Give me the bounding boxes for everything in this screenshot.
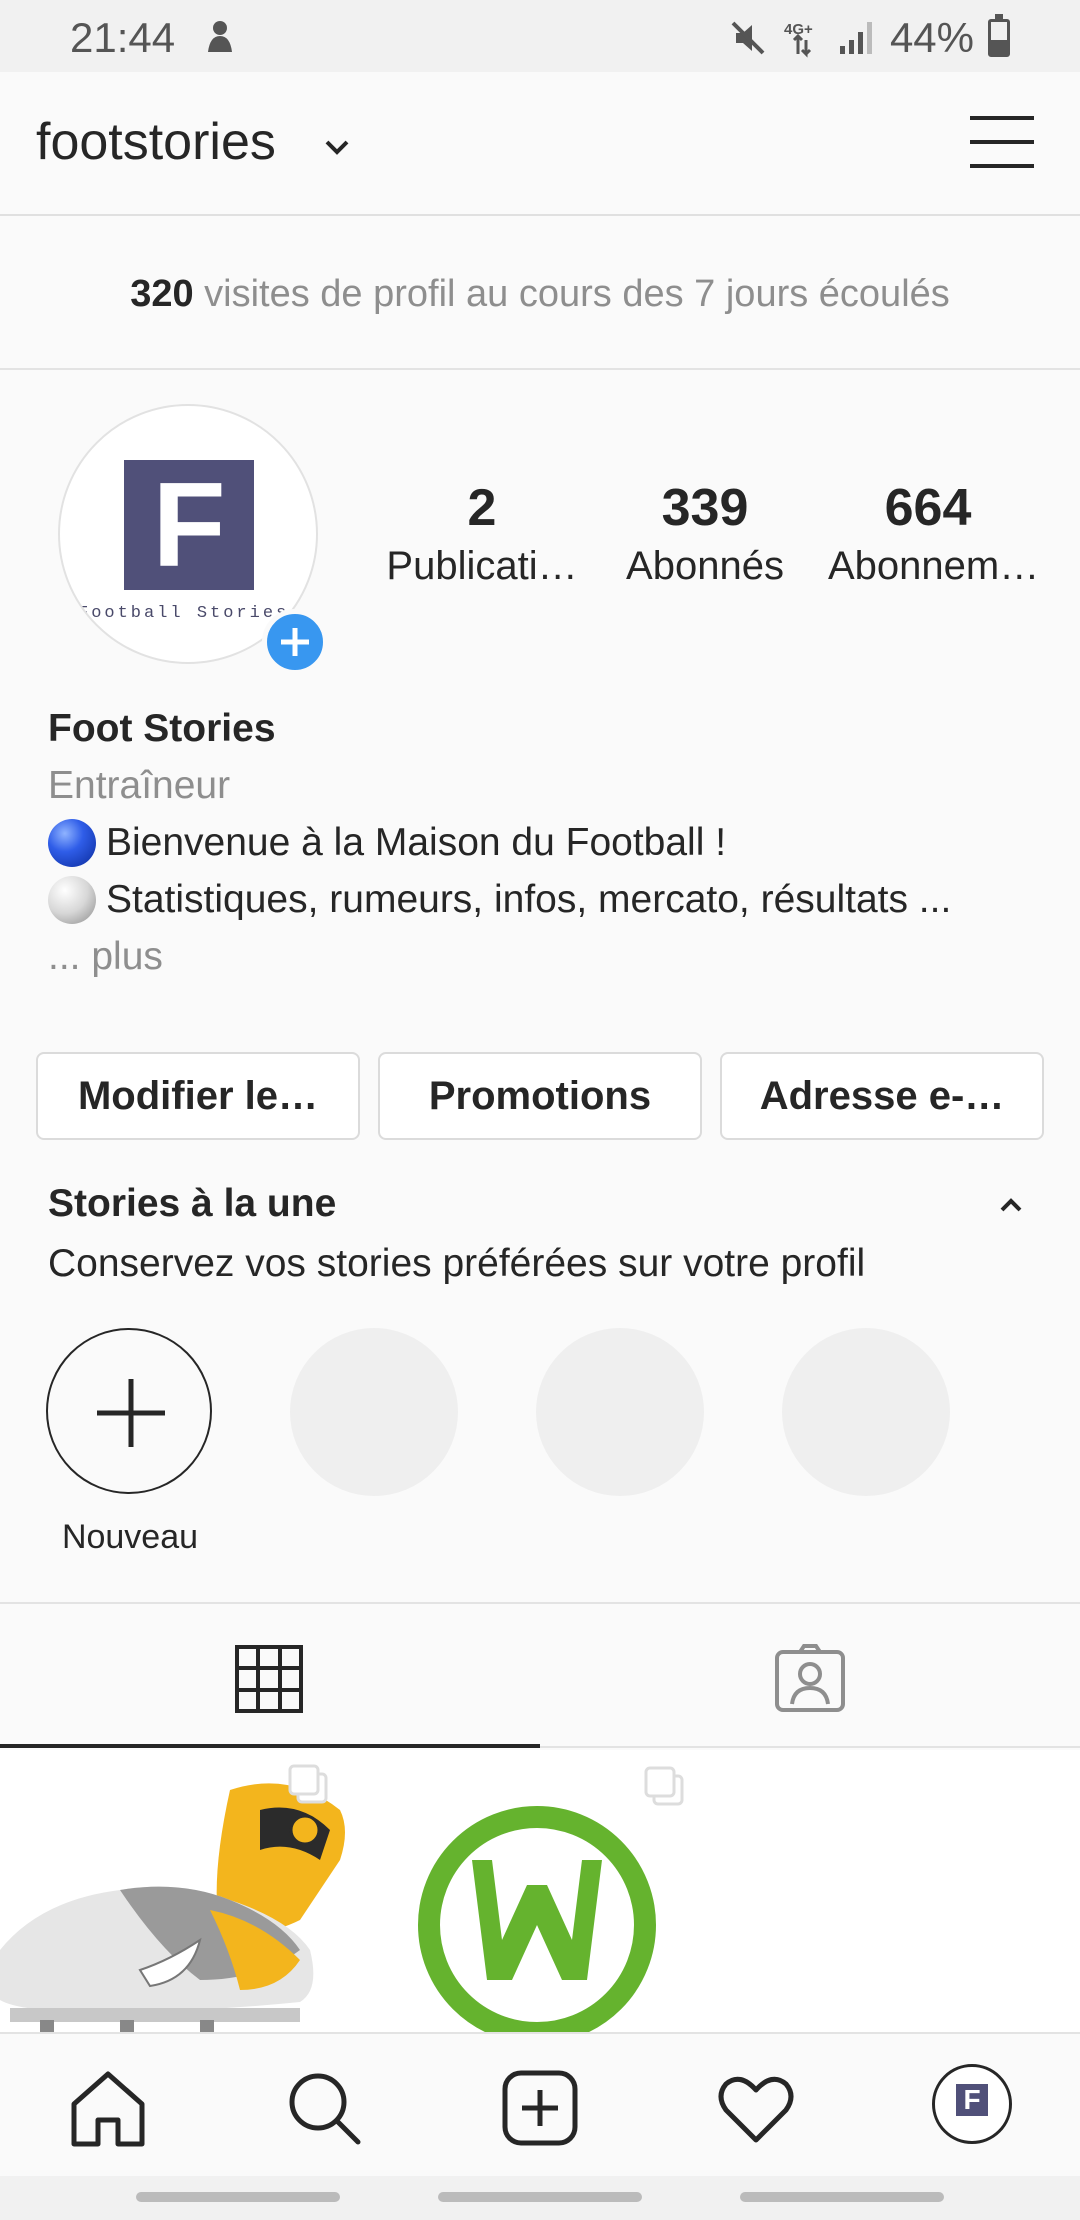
highlight-placeholder: [290, 1328, 458, 1496]
profile-icon[interactable]: F: [932, 2064, 1012, 2144]
add-post-icon[interactable]: [500, 2068, 580, 2148]
grid-icon: [235, 1645, 303, 1713]
stat-followers-label: Abonnés: [626, 544, 784, 588]
gesture-handle[interactable]: [740, 2192, 944, 2202]
carousel-icon: [644, 1766, 684, 1806]
profile-bio: Foot Stories Entraîneur Bienvenue à la M…: [48, 700, 1048, 985]
edit-profile-button[interactable]: Modifier le…: [36, 1052, 360, 1140]
notification-icon: [208, 21, 232, 52]
stat-following[interactable]: 664 Abonnem…: [828, 478, 1040, 589]
new-highlight-label: Nouveau: [61, 1518, 199, 1556]
tab-grid[interactable]: [0, 1604, 540, 1748]
gesture-bar: [0, 2176, 1080, 2220]
chevron-down-icon[interactable]: [322, 132, 352, 162]
highlights-title: Stories à la une: [48, 1182, 337, 1225]
chevron-up-icon[interactable]: [994, 1188, 1028, 1222]
plus-icon: [97, 1379, 165, 1447]
bio-line-text: Statistiques, rumeurs, infos, mercato, r…: [106, 878, 952, 921]
signal-icon: [839, 22, 872, 54]
home-icon[interactable]: [68, 2068, 148, 2148]
heart-icon[interactable]: [716, 2068, 796, 2148]
posts-grid: [0, 1750, 1080, 2032]
post-thumbnail[interactable]: [0, 1750, 356, 2032]
avatar-logo-letter: F: [152, 458, 226, 592]
battery-icon: [988, 14, 1010, 57]
promotions-button[interactable]: Promotions: [378, 1052, 702, 1140]
battery-percent: 44%: [889, 14, 974, 61]
visits-text: visites de profil au cours des 7 jours é…: [193, 273, 950, 315]
network-icon: 4G+: [784, 21, 813, 58]
white-circle-icon: [48, 875, 96, 924]
bio-line-text: Bienvenue à la Maison du Football !: [106, 821, 727, 864]
username-switcher[interactable]: footstories: [36, 112, 276, 172]
profile-name: Foot Stories: [48, 707, 276, 750]
carousel-icon: [288, 1764, 328, 1804]
profile-tabs: [0, 1602, 1080, 1748]
bio-line: Bienvenue à la Maison du Football !: [48, 814, 1048, 871]
status-time: 21:44: [70, 14, 176, 61]
add-story-button[interactable]: [262, 609, 328, 675]
highlight-placeholder: [536, 1328, 704, 1496]
post-thumbnail-empty: [724, 1750, 1080, 2032]
post-thumbnail[interactable]: [362, 1750, 718, 2032]
mute-icon: [731, 21, 765, 55]
profile-category: Entraîneur: [48, 764, 231, 807]
profile-visits-banner[interactable]: 320 visites de profil au cours des 7 jou…: [0, 218, 1080, 370]
bio-more-link[interactable]: ... plus: [48, 928, 1048, 985]
email-button[interactable]: Adresse e-…: [720, 1052, 1044, 1140]
bottom-navigation: F: [0, 2032, 1080, 2176]
tab-tagged[interactable]: [540, 1604, 1080, 1748]
visits-count: 320: [130, 273, 194, 315]
search-icon[interactable]: [284, 2068, 364, 2148]
stat-following-value: 664: [884, 479, 972, 537]
new-highlight-button[interactable]: [46, 1328, 212, 1494]
status-bar: 21:44 4G+ 44%: [0, 0, 1080, 72]
profile-header: footstories: [0, 72, 1080, 216]
tagged-icon: [775, 1644, 845, 1712]
stat-posts-value: 2: [467, 479, 497, 537]
stat-posts-label: Publicati…: [386, 544, 578, 588]
gesture-handle[interactable]: [438, 2192, 642, 2202]
profile-icon-letter: F: [956, 2084, 988, 2116]
blue-circle-icon: [48, 818, 96, 867]
bio-line: Statistiques, rumeurs, infos, mercato, r…: [48, 871, 1048, 928]
highlights-subtitle: Conservez vos stories préférées sur votr…: [48, 1242, 866, 1285]
highlight-placeholder: [782, 1328, 950, 1496]
menu-icon[interactable]: [970, 114, 1034, 170]
stat-following-label: Abonnem…: [828, 544, 1040, 588]
stat-followers-value: 339: [661, 479, 749, 537]
gesture-handle[interactable]: [136, 2192, 340, 2202]
stat-followers[interactable]: 339 Abonnés: [605, 478, 805, 589]
plus-icon: [281, 628, 309, 656]
stat-posts[interactable]: 2 Publicati…: [382, 478, 582, 589]
